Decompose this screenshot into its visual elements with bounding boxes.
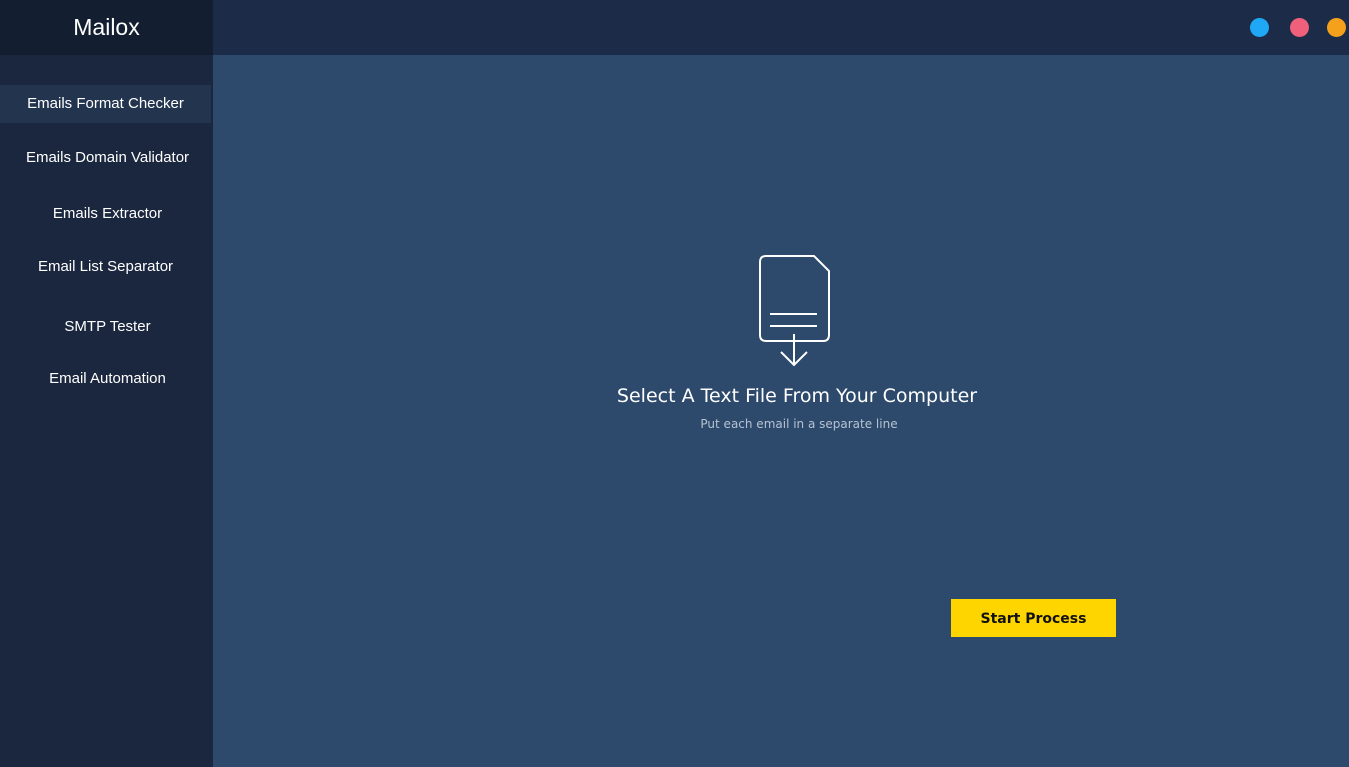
start-process-button[interactable]: Start Process <box>951 599 1116 637</box>
file-download-icon[interactable] <box>758 255 832 369</box>
blue-dot-button[interactable] <box>1250 18 1269 37</box>
sidebar-item-emails-format-checker[interactable]: Emails Format Checker <box>0 85 211 123</box>
upload-title: Select A Text File From Your Computer <box>616 385 978 407</box>
main-content: Select A Text File From Your Computer Pu… <box>213 55 1349 767</box>
app-window: Mailox Emails Format Checker Emails Doma… <box>0 0 1349 767</box>
orange-dot-button[interactable] <box>1327 18 1346 37</box>
red-dot-button[interactable] <box>1290 18 1309 37</box>
sidebar-item-emails-domain-validator[interactable]: Emails Domain Validator <box>2 139 213 177</box>
sidebar-item-email-automation[interactable]: Email Automation <box>2 360 213 398</box>
sidebar-item-smtp-tester[interactable]: SMTP Tester <box>2 308 213 346</box>
top-bar <box>213 0 1349 55</box>
sidebar-item-emails-extractor[interactable]: Emails Extractor <box>2 195 213 233</box>
upload-hint: Put each email in a separate line <box>700 417 898 431</box>
sidebar-item-email-list-separator[interactable]: Email List Separator <box>0 248 211 286</box>
app-title: Mailox <box>0 0 213 55</box>
sidebar: Mailox Emails Format Checker Emails Doma… <box>0 0 213 767</box>
